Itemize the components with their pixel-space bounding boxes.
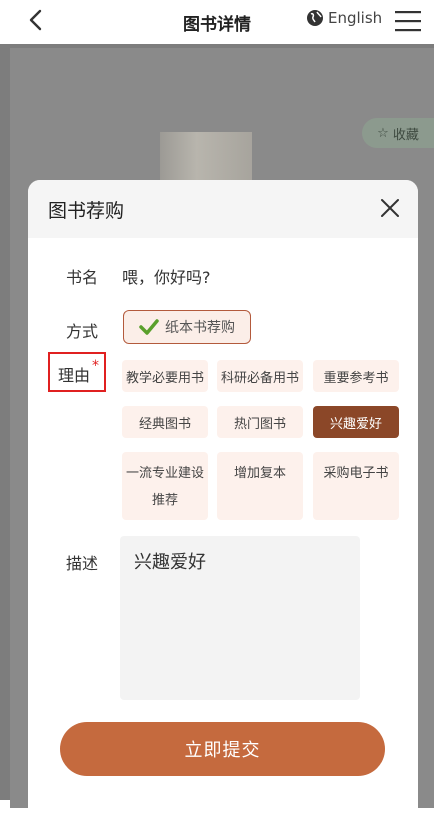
reason-chip[interactable]: 采购电子书: [313, 452, 399, 520]
reason-chip[interactable]: 重要参考书: [313, 360, 399, 392]
reason-chip[interactable]: 热门图书: [217, 406, 303, 438]
top-bar: 图书详情 English: [0, 0, 434, 44]
method-label: 方式: [66, 322, 99, 341]
star-icon: ☆: [377, 125, 389, 141]
book-name-label: 书名: [66, 268, 99, 287]
reason-chip[interactable]: 增加复本: [217, 452, 303, 520]
reason-chip-label: 采购电子书: [323, 466, 389, 481]
reason-chip-label: 增加复本: [233, 466, 286, 481]
collect-label: 收藏: [392, 127, 419, 143]
reason-chip-selected[interactable]: 兴趣爱好: [313, 406, 399, 438]
recommend-dialog: 图书荐购 书名 喂，你好吗? 方式 纸本书荐购 理由 * 教学必要用书 科研必备…: [28, 180, 418, 820]
reason-chip[interactable]: 教学必要用书: [122, 360, 208, 392]
submit-button[interactable]: 立即提交: [60, 722, 385, 776]
reason-label: 理由: [58, 366, 91, 385]
reason-chip-line1: 一流专业建设: [125, 466, 204, 481]
check-icon: [139, 319, 159, 335]
required-mark: *: [92, 358, 99, 374]
method-option-paper[interactable]: 纸本书荐购: [123, 310, 251, 344]
method-option-label: 纸本书荐购: [165, 320, 235, 336]
dialog-header: 图书荐购: [28, 180, 418, 238]
menu-icon[interactable]: [394, 8, 422, 34]
dialog-title: 图书荐购: [48, 200, 125, 222]
reason-label-box: 理由 *: [48, 352, 106, 392]
language-switch[interactable]: English: [306, 9, 382, 27]
language-label: English: [328, 9, 383, 27]
collect-button[interactable]: ☆ 收藏: [362, 118, 434, 148]
book-name-value: 喂，你好吗?: [122, 268, 211, 287]
description-textarea[interactable]: 兴趣爱好: [120, 536, 360, 700]
reason-chip-line2: 推荐: [151, 493, 178, 508]
reason-chip[interactable]: 科研必备用书: [217, 360, 303, 392]
globe-icon: [307, 10, 323, 26]
close-icon[interactable]: [380, 198, 400, 218]
reason-chip[interactable]: 经典图书: [122, 406, 208, 438]
reason-chip[interactable]: 一流专业建设 推荐: [122, 452, 208, 520]
description-label: 描述: [66, 554, 99, 573]
